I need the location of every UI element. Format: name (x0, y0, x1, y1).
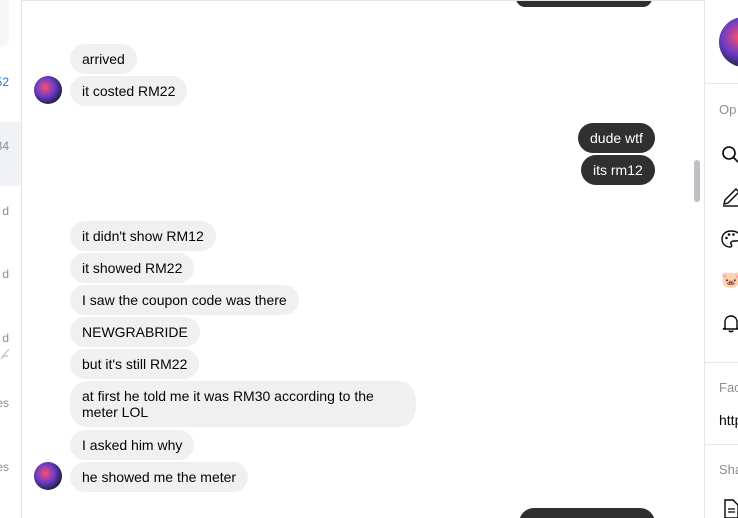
message-bubble-incoming: it didn't show RM12 (70, 221, 216, 251)
selected-conversation-highlight[interactable] (0, 122, 21, 186)
bell-icon[interactable] (721, 313, 738, 333)
message-bubble-outgoing: its rm12 (581, 155, 655, 185)
conversation-preview: es (0, 460, 9, 474)
conversation-preview: es (0, 396, 9, 410)
message-bubble-outgoing: dude wtf (578, 123, 655, 153)
divider (705, 362, 738, 363)
sender-avatar[interactable] (34, 76, 62, 104)
message-bubble-incoming: NEWGRABRIDE (70, 317, 200, 347)
document-icon[interactable] (721, 499, 738, 518)
message-bubble-incoming: arrived (70, 44, 137, 74)
profile-link[interactable]: http (719, 412, 738, 428)
divider (705, 83, 738, 84)
message-thread: arrived it costed RM22 dude wtf its rm12… (22, 0, 704, 518)
conversation-list: 52 34 d d d es es (0, 0, 22, 518)
conversation-preview: d (2, 204, 9, 218)
search-box-edge[interactable] (0, 0, 9, 46)
conversation-time: 34 (0, 139, 9, 153)
message-bubble-incoming: I asked him why (70, 430, 195, 460)
message-bubble-incoming: he showed me the meter (70, 462, 249, 492)
shared-section-label: Sha (719, 462, 738, 477)
message-bubble-incoming: it showed RM22 (70, 253, 195, 283)
pencil-icon[interactable] (721, 187, 738, 207)
palette-icon[interactable] (721, 229, 738, 249)
conversation-details-panel: Op 🐷 Fac http Sha (704, 0, 738, 518)
divider (705, 444, 738, 445)
conversation-preview: d (2, 267, 9, 281)
facebook-section-label: Fac (719, 380, 738, 395)
muted-icon (0, 348, 10, 360)
message-bubble-clipped (516, 1, 652, 7)
message-bubble-incoming: at first he told me it was RM30 accordin… (70, 381, 416, 427)
message-bubble-incoming: but it's still RM22 (70, 349, 200, 379)
sender-avatar[interactable] (34, 462, 62, 490)
message-bubble-incoming: I saw the coupon code was there (70, 285, 299, 315)
pig-emoji-icon[interactable]: 🐷 (721, 271, 738, 291)
message-bubble-clipped (519, 508, 655, 518)
conversation-time: 52 (0, 75, 9, 89)
profile-avatar[interactable] (719, 17, 738, 67)
search-icon[interactable] (721, 145, 738, 165)
chat-scrollbar[interactable] (694, 160, 700, 202)
conversation-preview: d (2, 331, 9, 345)
message-bubble-incoming: it costed RM22 (70, 76, 188, 106)
options-section-label: Op (719, 102, 737, 117)
